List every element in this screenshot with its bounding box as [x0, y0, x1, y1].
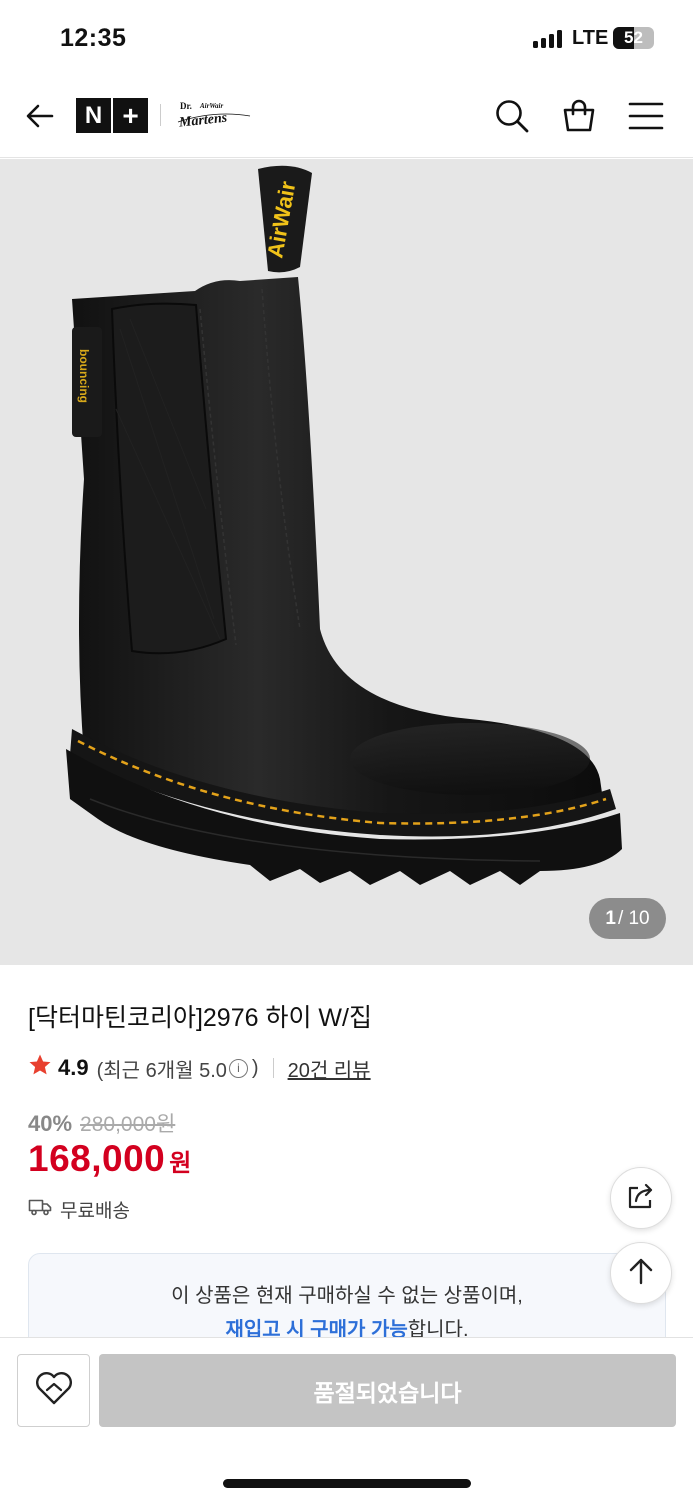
home-indicator[interactable] — [223, 1479, 471, 1488]
notice-line-1: 이 상품은 현재 구매하실 수 없는 상품이며, — [171, 1285, 523, 1307]
image-counter-current: 1 — [605, 907, 616, 929]
purchase-bar: 품절되었습니다 — [0, 1337, 693, 1500]
svg-text:bouncing: bouncing — [77, 349, 91, 403]
svg-text:Martens: Martens — [177, 111, 228, 131]
reviews-link[interactable]: 20건 리뷰 — [288, 1054, 371, 1083]
naver-plus-logo[interactable]: N + — [76, 98, 148, 133]
recent-rating-label: (최근 6개월 5.0 — [96, 1059, 227, 1082]
boot-illustration: AirWair bouncing — [66, 165, 622, 885]
shipping-info: 무료배송 — [28, 1196, 130, 1223]
status-bar: 12:35 LTE 52 — [0, 0, 693, 78]
dr-martens-logo[interactable]: Dr. AirWair Martens — [176, 96, 252, 132]
product-title: [닥터마틴코리아]2976 하이 W/집 — [28, 1004, 372, 1032]
image-counter-total: / 10 — [617, 907, 650, 929]
share-button[interactable] — [610, 1167, 672, 1229]
recent-rating-close: ) — [251, 1056, 259, 1079]
currency-unit: 원 — [169, 1150, 192, 1177]
svg-text:Dr.: Dr. — [180, 101, 192, 111]
wishlist-button[interactable] — [17, 1354, 90, 1427]
back-arrow-icon[interactable] — [20, 96, 60, 136]
shipping-label: 무료배송 — [60, 1201, 130, 1222]
network-type: LTE — [572, 27, 609, 49]
discount-rate: 40% — [28, 1111, 73, 1136]
sale-price: 168,000 — [28, 1138, 166, 1179]
share-icon — [626, 1182, 656, 1215]
signal-icon — [533, 30, 563, 48]
original-price: 280,000원 — [80, 1113, 176, 1136]
battery-level: 52 — [624, 28, 643, 47]
product-image[interactable]: AirWair bouncing — [0, 159, 693, 965]
discount-row: 40% 280,000원 — [28, 1108, 175, 1138]
rating-row: 4.9 (최근 6개월 5.0 i ) 20건 리뷰 — [28, 1054, 371, 1082]
info-icon[interactable]: i — [228, 1058, 248, 1078]
soldout-button[interactable]: 품절되었습니다 — [99, 1354, 676, 1427]
star-icon — [28, 1053, 52, 1083]
status-time: 12:35 — [60, 24, 127, 52]
battery-icon: 52 — [613, 27, 654, 49]
image-counter: 1 / 10 — [589, 898, 666, 939]
wishlist-heart-icon — [34, 1370, 74, 1411]
logo-divider — [160, 104, 161, 126]
search-icon[interactable] — [492, 96, 532, 136]
menu-icon[interactable] — [626, 96, 666, 136]
svg-text:AirWair: AirWair — [199, 102, 223, 110]
delivery-truck-icon — [28, 1198, 52, 1222]
scroll-top-button[interactable] — [610, 1242, 672, 1304]
rating-score: 4.9 — [58, 1055, 89, 1080]
shopping-bag-icon[interactable] — [559, 96, 599, 136]
scroll-top-icon — [628, 1257, 654, 1290]
price-row: 168,000 원 — [28, 1138, 191, 1180]
divider — [272, 1058, 274, 1078]
